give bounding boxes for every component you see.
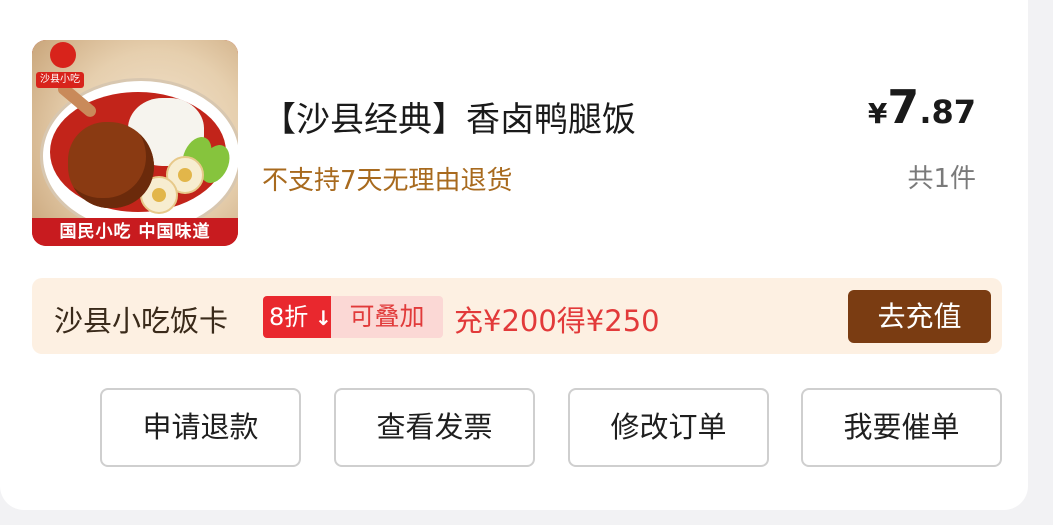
request-refund-button[interactable]: 申请退款 xyxy=(100,388,301,467)
promo-name: 沙县小吃饭卡 xyxy=(54,304,229,338)
product-thumbnail[interactable]: 沙县小吃 国民小吃 中国味道 xyxy=(32,40,238,246)
product-price: ¥7.87 xyxy=(868,80,976,134)
recharge-offer: 充¥200得¥250 xyxy=(454,304,660,338)
meal-card-promo: 沙县小吃饭卡 8折 ↓ 可叠加 充¥200得¥250 去充值 xyxy=(32,278,1002,354)
egg-yolk xyxy=(152,188,166,202)
return-policy: 不支持7天无理由退货 xyxy=(262,166,513,196)
price-integer: 7 xyxy=(887,80,920,134)
price-decimal: .87 xyxy=(919,93,976,131)
thumbnail-logo-text: 沙县小吃 xyxy=(36,72,84,88)
egg-yolk xyxy=(178,168,192,182)
duck-leg-image xyxy=(68,122,154,208)
arrow-down-icon: ↓ xyxy=(315,306,332,330)
stackable-badge: 可叠加 xyxy=(331,296,443,338)
order-card: 沙县小吃 国民小吃 中国味道 【沙县经典】香卤鸭腿饭 不支持7天无理由退货 ¥7… xyxy=(0,0,1028,510)
urge-order-button[interactable]: 我要催单 xyxy=(801,388,1002,467)
price-currency: ¥ xyxy=(867,97,888,130)
thumbnail-slogan: 国民小吃 中国味道 xyxy=(32,218,238,246)
brand-logo-icon xyxy=(50,42,76,68)
product-title[interactable]: 【沙县经典】香卤鸭腿饭 xyxy=(262,92,636,141)
recharge-button[interactable]: 去充值 xyxy=(848,290,991,343)
view-invoice-button[interactable]: 查看发票 xyxy=(334,388,535,467)
modify-order-button[interactable]: 修改订单 xyxy=(568,388,769,467)
product-quantity: 共1件 xyxy=(907,164,976,194)
